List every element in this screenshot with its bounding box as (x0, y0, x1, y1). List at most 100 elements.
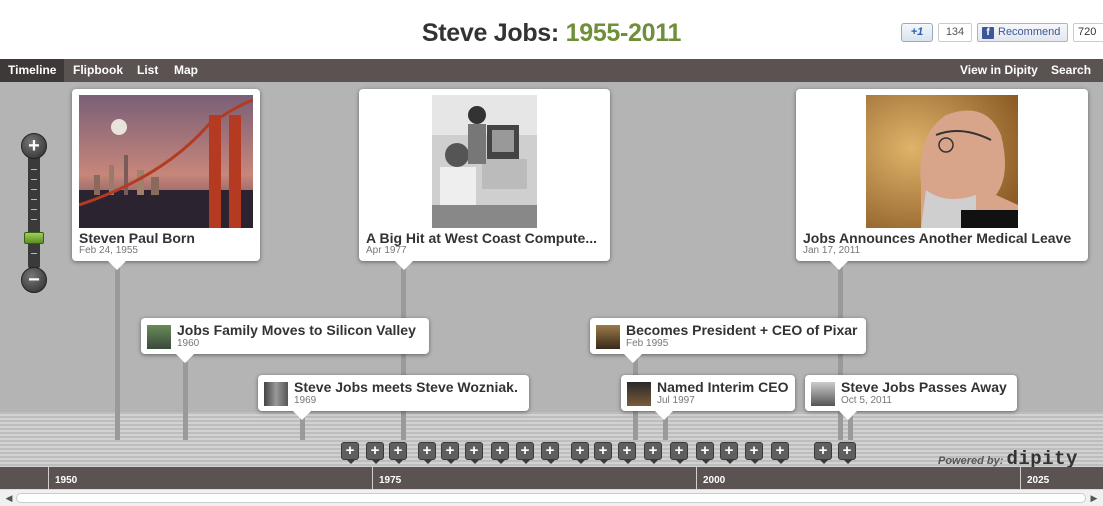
zoom-tick (31, 253, 37, 254)
cluster-expand-button[interactable]: + (720, 442, 738, 464)
view-in-dipity-link[interactable]: View in Dipity (952, 59, 1046, 82)
event-title: A Big Hit at West Coast Compute... (366, 230, 598, 246)
event-card-family-moves[interactable]: Jobs Family Moves to Silicon Valley 1960 (141, 318, 429, 363)
timeline-axis[interactable]: 1950 1975 2000 2025 (0, 467, 1103, 489)
card-pointer (108, 261, 126, 270)
event-title: Steve Jobs Passes Away (841, 379, 1007, 395)
cluster-expand-button[interactable]: + (594, 442, 612, 464)
zoom-out-button[interactable]: − (21, 267, 47, 293)
facebook-recommend-label: Recommend (998, 26, 1061, 38)
nav-bar: Timeline Flipbook List Map View in Dipit… (0, 59, 1103, 82)
event-date: Feb 1995 (626, 338, 669, 349)
event-title: Jobs Announces Another Medical Leave (803, 230, 1072, 246)
event-title: Jobs Family Moves to Silicon Valley (177, 322, 416, 338)
cluster-expand-button[interactable]: + (618, 442, 636, 464)
event-date: 1969 (294, 395, 317, 406)
zoom-tick (31, 189, 37, 190)
timeline-canvas[interactable]: + − Steven Paul Born Feb 24, 1955 A Big … (0, 82, 1103, 467)
zoom-slider-handle[interactable] (24, 232, 44, 244)
event-date: Feb 24, 1955 (79, 245, 138, 256)
tab-timeline[interactable]: Timeline (0, 59, 65, 82)
google-plus-count: 134 (938, 23, 972, 42)
cluster-expand-button[interactable]: + (838, 442, 856, 464)
event-stem (183, 362, 188, 440)
event-date: 1960 (177, 338, 200, 349)
zoom-tick (31, 209, 37, 210)
header: Steve Jobs: 1955-2011 +1 134 f Recommend … (0, 0, 1103, 60)
event-title: Steve Jobs meets Steve Wozniak. (294, 379, 518, 395)
tab-map[interactable]: Map (166, 59, 206, 82)
axis-year-label: 1950 (48, 467, 77, 489)
jobs-wozniak-photo (432, 95, 537, 228)
event-date: Jan 17, 2011 (803, 245, 861, 256)
scroll-right-arrow-icon[interactable]: ▶ (1087, 492, 1101, 504)
cluster-expand-button[interactable]: + (541, 442, 559, 464)
event-stem (115, 260, 120, 440)
zoom-control: + − (21, 133, 47, 293)
event-date: Apr 1977 (366, 245, 407, 256)
cluster-expand-button[interactable]: + (465, 442, 483, 464)
event-card-west-coast-computer[interactable]: A Big Hit at West Coast Compute... Apr 1… (359, 89, 610, 270)
event-card-medical-leave[interactable]: Jobs Announces Another Medical Leave Jan… (796, 89, 1088, 270)
event-stem (300, 417, 305, 440)
powered-by-label: Powered by: (938, 455, 1004, 467)
cluster-expand-button[interactable]: + (441, 442, 459, 464)
cluster-expand-button[interactable]: + (670, 442, 688, 464)
cluster-expand-button[interactable]: + (571, 442, 589, 464)
event-title: Named Interim CEO (657, 379, 789, 395)
cluster-expand-button[interactable]: + (366, 442, 384, 464)
cluster-expand-button[interactable]: + (814, 442, 832, 464)
event-thumbnail (627, 382, 651, 406)
zoom-in-button[interactable]: + (21, 133, 47, 159)
cluster-expand-button[interactable]: + (418, 442, 436, 464)
scrollbar-thumb[interactable] (16, 493, 1086, 503)
event-thumbnail (147, 325, 171, 349)
card-pointer (176, 354, 194, 363)
card-pointer (624, 354, 642, 363)
tab-flipbook[interactable]: Flipbook (65, 59, 131, 82)
card-pointer (293, 411, 311, 420)
search-link[interactable]: Search (1043, 59, 1099, 82)
axis-year-label: 2000 (696, 467, 725, 489)
cluster-expand-button[interactable]: + (341, 442, 359, 464)
event-card-pixar-ceo[interactable]: Becomes President + CEO of Pixar Feb 199… (590, 318, 866, 363)
facebook-icon: f (982, 27, 994, 39)
zoom-tick (31, 179, 37, 180)
cluster-expand-button[interactable]: + (644, 442, 662, 464)
golden-gate-bridge-photo (79, 95, 253, 228)
horizontal-scrollbar[interactable]: ◀ ▶ (0, 489, 1103, 506)
scroll-left-arrow-icon[interactable]: ◀ (2, 492, 16, 504)
event-card-interim-ceo[interactable]: Named Interim CEO Jul 1997 (621, 375, 795, 420)
event-thumbnail (811, 382, 835, 406)
google-plus-button[interactable]: +1 (901, 23, 933, 42)
cluster-expand-button[interactable]: + (491, 442, 509, 464)
event-date: Jul 1997 (657, 395, 695, 406)
event-card-born[interactable]: Steven Paul Born Feb 24, 1955 (72, 89, 260, 270)
cluster-expand-button[interactable]: + (771, 442, 789, 464)
event-card-passes-away[interactable]: Steve Jobs Passes Away Oct 5, 2011 (805, 375, 1017, 420)
zoom-track[interactable] (28, 155, 40, 269)
facebook-recommend-count: 720 (1073, 23, 1103, 42)
event-thumbnail (596, 325, 620, 349)
title-years: 1955-2011 (565, 19, 682, 47)
event-date: Oct 5, 2011 (841, 395, 892, 406)
zoom-tick (31, 199, 37, 200)
axis-year-label: 2025 (1020, 467, 1049, 489)
card-pointer (655, 411, 673, 420)
cluster-expand-button[interactable]: + (745, 442, 763, 464)
card-pointer (395, 261, 413, 270)
card-pointer (830, 261, 848, 270)
steve-jobs-portrait-photo (866, 95, 1018, 228)
title-name: Steve Jobs: (421, 19, 559, 47)
cluster-expand-button[interactable]: + (516, 442, 534, 464)
cluster-expand-button[interactable]: + (389, 442, 407, 464)
event-thumbnail (264, 382, 288, 406)
facebook-recommend-button[interactable]: f Recommend (977, 23, 1068, 42)
zoom-tick (31, 169, 37, 170)
event-card-meets-wozniak[interactable]: Steve Jobs meets Steve Wozniak. 1969 (258, 375, 529, 420)
tab-list[interactable]: List (129, 59, 166, 82)
event-title: Steven Paul Born (79, 230, 195, 246)
zoom-tick (31, 219, 37, 220)
card-pointer (839, 411, 857, 420)
cluster-expand-button[interactable]: + (696, 442, 714, 464)
